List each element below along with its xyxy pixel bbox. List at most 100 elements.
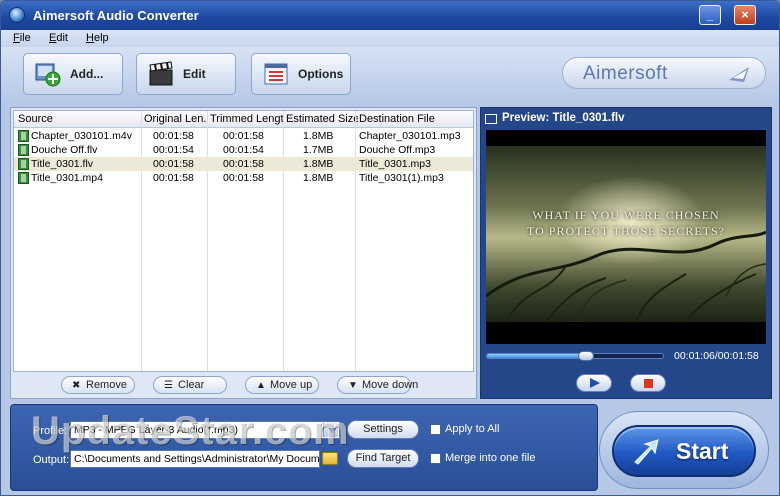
header-destination-file[interactable]: Destination File [359, 113, 469, 125]
window-title: Aimersoft Audio Converter [33, 8, 199, 23]
start-label: Start [676, 438, 729, 464]
table-row[interactable]: Title_0301.mp4 00:01:58 00:01:58 1.8MB T… [14, 171, 473, 185]
cell-original: 00:01:54 [153, 144, 194, 156]
menu-help[interactable]: Help [86, 32, 109, 44]
table-row[interactable]: Douche Off.flv 00:01:54 00:01:54 1.7MB D… [14, 143, 473, 157]
merge-checkbox[interactable] [430, 453, 441, 464]
minimize-button[interactable]: _ [699, 5, 721, 25]
remove-button[interactable]: ✖ Remove [61, 376, 135, 394]
edit-button-label: Edit [183, 67, 206, 81]
file-list-panel: Source Original Len... Trimmed Length Es… [10, 107, 477, 399]
seek-progress [487, 354, 586, 358]
cell-size: 1.8MB [303, 172, 334, 184]
video-file-icon [18, 158, 29, 170]
profile-select[interactable]: MP3 - MPEG Layer-3 Audio(*.mp3) [70, 421, 340, 439]
settings-button[interactable]: Settings [347, 420, 419, 439]
video-file-icon [18, 172, 29, 184]
table-row[interactable]: Chapter_030101.m4v 00:01:58 00:01:58 1.8… [14, 129, 473, 143]
profile-value: MP3 - MPEG Layer-3 Audio(*.mp3) [74, 424, 238, 436]
close-button[interactable]: × [734, 5, 756, 25]
cell-size: 1.8MB [303, 158, 334, 170]
stop-icon [644, 379, 653, 388]
video-frame: WHAT IF YOU WERE CHOSEN TO PROTECT THOSE… [486, 146, 766, 322]
video-display: WHAT IF YOU WERE CHOSEN TO PROTECT THOSE… [486, 130, 766, 344]
clear-list-icon: ☰ [164, 380, 173, 391]
profile-label: Profile: [33, 425, 68, 437]
move-up-label: Move up [270, 379, 313, 391]
menu-edit[interactable]: Edit [49, 32, 68, 44]
start-arrow-icon [634, 439, 659, 465]
output-label: Output: [33, 454, 70, 466]
clear-label: Clear [178, 379, 205, 391]
play-button[interactable] [576, 374, 612, 392]
stop-button[interactable] [630, 374, 666, 392]
cell-size: 1.8MB [303, 130, 334, 142]
seek-handle[interactable] [577, 351, 594, 361]
header-source[interactable]: Source [18, 113, 138, 125]
remove-label: Remove [86, 379, 127, 391]
add-file-icon [35, 63, 61, 87]
options-button-label: Options [298, 67, 344, 81]
cell-source: Chapter_030101.m4v [31, 130, 132, 142]
cell-source: Title_0301.flv [31, 158, 94, 170]
move-down-label: Move down [362, 379, 419, 391]
options-list-icon [264, 63, 288, 85]
header-estimated-size[interactable]: Estimated Size [286, 113, 358, 125]
cell-size: 1.7MB [303, 144, 334, 156]
cell-trimmed: 00:01:58 [223, 158, 264, 170]
title-bar[interactable]: Aimersoft Audio Converter _ × [1, 1, 779, 30]
cell-destination: Chapter_030101.mp3 [359, 130, 461, 142]
seek-bar[interactable] [486, 351, 664, 361]
cell-trimmed: 00:01:54 [223, 144, 264, 156]
cell-source: Title_0301.mp4 [31, 172, 103, 184]
table-row-selected[interactable]: Title_0301.flv 00:01:58 00:01:58 1.8MB T… [14, 157, 473, 171]
cell-original: 00:01:58 [153, 158, 194, 170]
arrow-up-icon: ▲ [256, 380, 266, 391]
move-up-button[interactable]: ▲ Move up [245, 376, 319, 394]
menu-file[interactable]: File [13, 32, 31, 44]
add-button-label: Add... [70, 67, 104, 81]
clapperboard-icon [149, 61, 173, 86]
cell-source: Douche Off.flv [31, 144, 98, 156]
cell-destination: Title_0301.mp3 [359, 158, 431, 170]
time-display: 00:01:06/00:01:58 [674, 350, 759, 362]
video-caption-line2: TO PROTECT THOSE SECRETS? [526, 224, 726, 238]
apply-to-all-checkbox[interactable] [430, 424, 441, 435]
cell-destination: Douche Off.mp3 [359, 144, 436, 156]
remove-icon: ✖ [72, 380, 81, 391]
apply-to-all-label: Apply to All [445, 423, 500, 435]
folder-icon[interactable] [322, 452, 338, 465]
cell-destination: Title_0301(1).mp3 [359, 172, 444, 184]
brand-arrow-icon [729, 67, 749, 82]
cell-original: 00:01:58 [153, 172, 194, 184]
header-original-length[interactable]: Original Len... [144, 113, 206, 125]
table-header: Source Original Len... Trimmed Length Es… [14, 111, 473, 128]
output-path-field[interactable]: C:\Documents and Settings\Administrator\… [70, 450, 320, 468]
start-button[interactable]: Start [612, 425, 756, 477]
cell-trimmed: 00:01:58 [223, 130, 264, 142]
brand-name: Aimersoft [583, 63, 668, 84]
move-down-button[interactable]: ▼ Move down [337, 376, 418, 394]
chevron-down-icon[interactable] [323, 423, 338, 437]
file-actions: ✖ Remove ☰ Clear ▲ Move up ▼ Move down [11, 374, 476, 398]
options-button[interactable]: Options [251, 53, 351, 95]
file-table[interactable]: Source Original Len... Trimmed Length Es… [13, 110, 474, 372]
video-file-icon [18, 144, 29, 156]
video-file-icon [18, 130, 29, 142]
play-icon [590, 378, 600, 388]
toolbar: Add... Edit Options Aimersoft [1, 47, 779, 103]
preview-title: Preview: Title_0301.flv [502, 112, 625, 124]
cell-original: 00:01:58 [153, 130, 194, 142]
add-button[interactable]: Add... [23, 53, 123, 95]
app-logo-icon [9, 7, 25, 23]
brand-logo: Aimersoft [562, 57, 766, 89]
app-window: Aimersoft Audio Converter _ × File Edit … [0, 0, 780, 496]
edit-button[interactable]: Edit [136, 53, 236, 95]
find-target-button[interactable]: Find Target [347, 449, 419, 468]
monitor-icon [485, 114, 497, 124]
video-caption-line1: WHAT IF YOU WERE CHOSEN [532, 208, 720, 222]
preview-panel: Preview: Title_0301.flv WHAT IF YOU WERE… [480, 107, 772, 399]
arrow-down-icon: ▼ [348, 380, 358, 391]
clear-button[interactable]: ☰ Clear [153, 376, 227, 394]
header-trimmed-length[interactable]: Trimmed Length [210, 113, 284, 125]
